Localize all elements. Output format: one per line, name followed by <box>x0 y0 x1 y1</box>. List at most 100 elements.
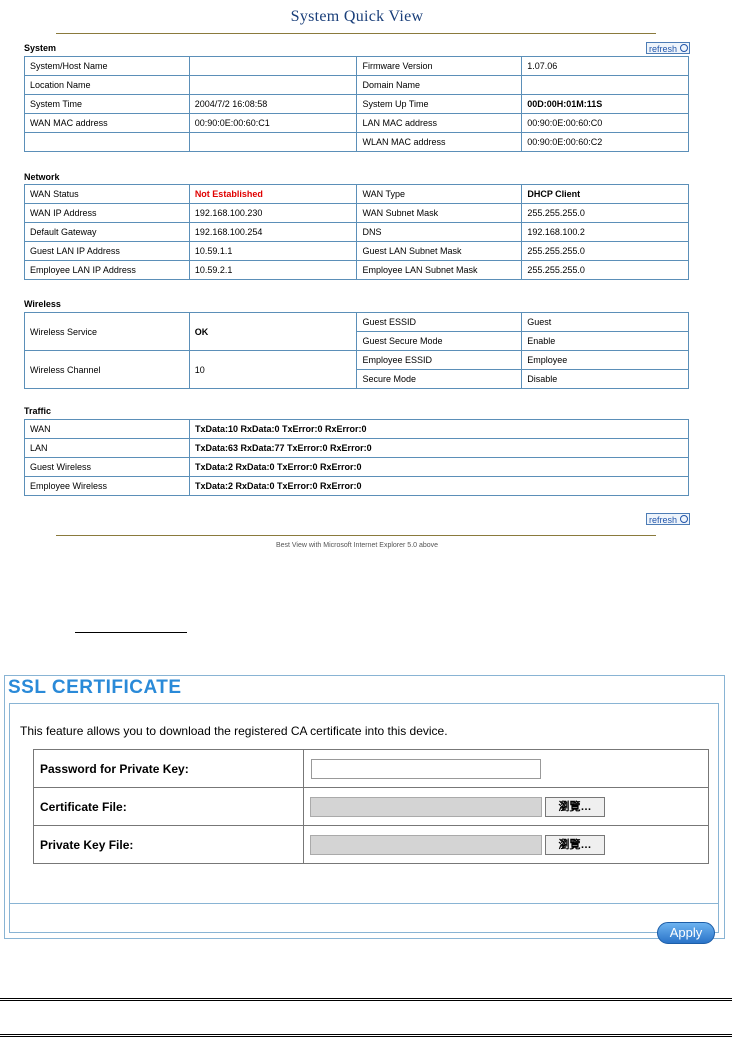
table-cell: 00D:00H:01M:11S <box>521 94 689 114</box>
table-cell: WAN Type <box>356 184 523 204</box>
table-row: Certificate File: 瀏覽… <box>33 787 709 826</box>
password-field[interactable] <box>311 758 541 779</box>
apply-button[interactable]: Apply <box>657 922 715 944</box>
table-cell: System Time <box>24 94 190 114</box>
refresh-icon <box>680 515 688 523</box>
table-cell: Guest ESSID <box>356 312 523 332</box>
table-cell <box>188 56 358 76</box>
ssl-fields-table: Password for Private Key: Certificate Fi… <box>33 749 709 864</box>
table-cell: Guest LAN IP Address <box>24 241 190 261</box>
table-cell: Firmware Version <box>356 56 523 76</box>
certificate-file-field[interactable] <box>310 796 542 817</box>
traffic-table: WAN TxData:10 RxData:0 TxError:0 RxError… <box>24 419 689 496</box>
refresh-icon <box>680 44 688 52</box>
wireless-table: Wireless Service OK Guest ESSID Guest Gu… <box>24 312 689 389</box>
table-cell: System Up Time <box>356 94 523 114</box>
table-cell: TxData:10 RxData:0 TxError:0 RxError:0 <box>189 419 689 439</box>
table-cell: LAN MAC address <box>356 113 523 133</box>
table-row: Password for Private Key: <box>33 749 709 788</box>
quick-view-panel: System Quick View System refresh System/… <box>24 0 690 558</box>
table-row: WLAN MAC address 00:90:0E:00:60:C2 <box>24 132 689 152</box>
table-cell: Employee Wireless <box>24 476 190 496</box>
table-cell: 255.255.255.0 <box>521 241 689 261</box>
table-cell: 00:90:0E:00:60:C0 <box>521 113 689 133</box>
ssl-title: SSL CERTIFICATE <box>8 677 182 698</box>
table-cell: 255.255.255.0 <box>521 203 689 223</box>
table-cell: 1.07.06 <box>521 56 689 76</box>
table-cell: 10.59.2.1 <box>188 260 358 280</box>
table-cell: Employee <box>521 350 689 370</box>
table-cell: Default Gateway <box>24 222 190 242</box>
section-label-wireless: Wireless <box>24 299 61 309</box>
table-cell: DHCP Client <box>521 184 689 204</box>
certificate-browse-button[interactable]: 瀏覽… <box>545 796 605 817</box>
ssl-certificate-panel: SSL CERTIFICATE This feature allows you … <box>4 675 725 944</box>
table-cell: TxData:2 RxData:0 TxError:0 RxError:0 <box>189 476 689 496</box>
table-cell: 10 <box>188 350 358 389</box>
table-cell: Wireless Channel <box>24 350 190 389</box>
table-cell: 10.59.1.1 <box>188 241 358 261</box>
table-cell: WAN IP Address <box>24 203 190 223</box>
table-row: System/Host Name Firmware Version 1.07.0… <box>24 56 689 76</box>
table-cell: 瀏覽… <box>303 787 709 826</box>
table-cell: WAN MAC address <box>24 113 190 133</box>
table-cell: Domain Name <box>356 75 523 95</box>
table-cell: LAN <box>24 438 190 458</box>
private-key-file-field[interactable] <box>310 834 542 855</box>
ssl-form: This feature allows you to download the … <box>9 703 719 944</box>
table-cell: Guest LAN Subnet Mask <box>356 241 523 261</box>
table-row: WAN TxData:10 RxData:0 TxError:0 RxError… <box>24 419 689 439</box>
password-label: Password for Private Key: <box>33 749 304 788</box>
table-row: WAN IP Address 192.168.100.230 WAN Subne… <box>24 203 689 223</box>
table-cell: DNS <box>356 222 523 242</box>
table-cell: 192.168.100.230 <box>188 203 358 223</box>
table-cell: Location Name <box>24 75 190 95</box>
page-divider-top <box>0 998 732 1001</box>
table-cell <box>188 132 358 152</box>
table-cell: TxData:63 RxData:77 TxError:0 RxError:0 <box>189 438 689 458</box>
table-cell: Employee LAN Subnet Mask <box>356 260 523 280</box>
section-label-traffic: Traffic <box>24 406 52 416</box>
refresh-button-top[interactable]: refresh <box>646 42 690 54</box>
page-divider-bottom <box>0 1034 732 1037</box>
private-key-browse-button[interactable]: 瀏覽… <box>545 834 605 855</box>
form-divider <box>10 903 718 904</box>
table-cell: Disable <box>521 369 689 389</box>
table-row: Location Name Domain Name <box>24 75 689 95</box>
top-divider <box>56 33 656 34</box>
table-cell: 255.255.255.0 <box>521 260 689 280</box>
table-cell: Guest <box>521 312 689 332</box>
bottom-divider <box>56 535 656 536</box>
table-cell: Guest Wireless <box>24 457 190 477</box>
table-row: System Time 2004/7/2 16:08:58 System Up … <box>24 94 689 114</box>
table-cell: Wireless Service <box>24 312 190 351</box>
table-row: WAN MAC address 00:90:0E:00:60:C1 LAN MA… <box>24 113 689 133</box>
table-cell <box>521 75 689 95</box>
table-cell <box>303 749 709 788</box>
table-row: Employee LAN IP Address 10.59.2.1 Employ… <box>24 260 689 280</box>
table-cell: 瀏覽… <box>303 825 709 864</box>
table-row: Wireless Channel 10 Employee ESSID Emplo… <box>24 350 689 389</box>
table-cell: Enable <box>521 331 689 351</box>
section-label-system: System <box>24 43 57 53</box>
page-title: System Quick View <box>290 8 424 25</box>
table-cell: 192.168.100.254 <box>188 222 358 242</box>
section-label-network: Network <box>24 172 60 182</box>
table-cell <box>24 132 190 152</box>
private-key-file-label: Private Key File: <box>33 825 304 864</box>
table-row: Private Key File: 瀏覽… <box>33 825 709 864</box>
wan-status-value: Not Established <box>188 184 358 204</box>
table-row: LAN TxData:63 RxData:77 TxError:0 RxErro… <box>24 438 689 458</box>
table-cell: TxData:2 RxData:0 TxError:0 RxError:0 <box>189 457 689 477</box>
table-cell: WLAN MAC address <box>356 132 523 152</box>
table-row: Wireless Service OK Guest ESSID Guest <box>24 312 689 351</box>
underlined-heading <box>75 614 187 633</box>
network-table: WAN Status Not Established WAN Type DHCP… <box>24 184 689 280</box>
table-cell: 00:90:0E:00:60:C1 <box>188 113 358 133</box>
table-cell: 192.168.100.2 <box>521 222 689 242</box>
table-row: Guest LAN IP Address 10.59.1.1 Guest LAN… <box>24 241 689 261</box>
table-cell: Employee ESSID <box>356 350 523 370</box>
table-cell: WAN Status <box>24 184 190 204</box>
table-cell: System/Host Name <box>24 56 190 76</box>
refresh-button-bottom[interactable]: refresh <box>646 513 690 525</box>
